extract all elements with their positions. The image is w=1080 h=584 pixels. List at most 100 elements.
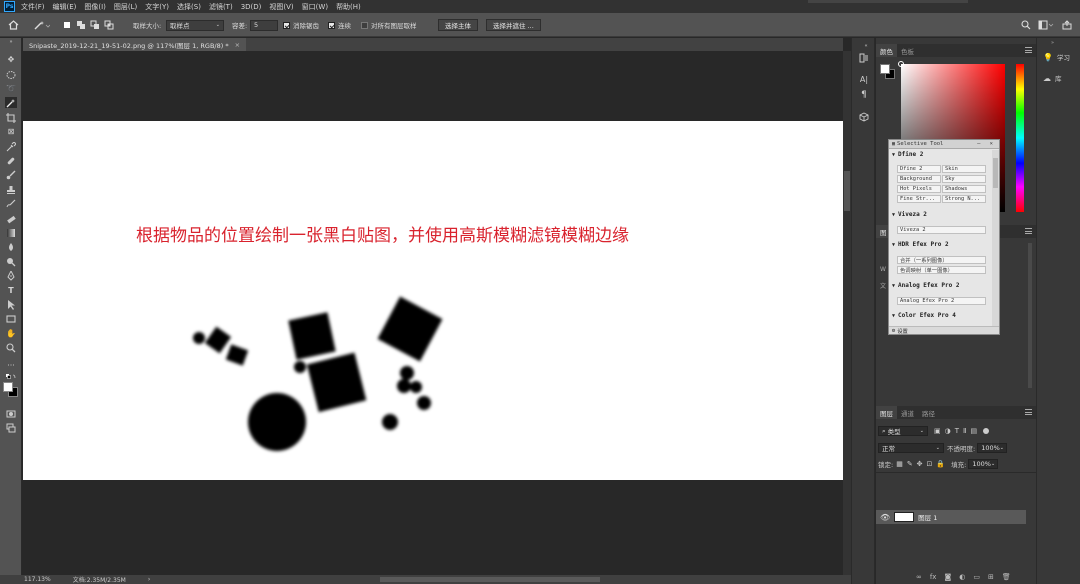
- selective-scrollbar[interactable]: [992, 150, 999, 326]
- menu-select[interactable]: 选择(S): [177, 2, 201, 12]
- frame-tool-icon[interactable]: ⊠: [5, 126, 17, 137]
- gradient-tool-icon[interactable]: [5, 227, 17, 238]
- crop-tool-icon[interactable]: [5, 112, 17, 123]
- sample-size-select[interactable]: 取样点 ⌄: [166, 19, 224, 31]
- dodge-tool-icon[interactable]: [5, 256, 17, 267]
- layers-panel-menu-icon[interactable]: [1025, 409, 1032, 415]
- menu-image[interactable]: 图像(I): [84, 2, 106, 12]
- section-hdr[interactable]: ▼ HDR Efex Pro 2: [892, 241, 949, 248]
- rectangle-tool-icon[interactable]: [5, 313, 17, 324]
- filter-hot-pixels[interactable]: Hot Pixels: [897, 185, 941, 193]
- visibility-eye-icon[interactable]: 👁: [880, 513, 890, 522]
- delete-layer-icon[interactable]: 🗑: [1002, 573, 1011, 581]
- filter-viveza-2[interactable]: Viveza 2: [897, 226, 986, 234]
- brush-tool-icon[interactable]: [5, 169, 17, 180]
- selection-mode-icons[interactable]: [62, 19, 118, 31]
- filter-dfine-2[interactable]: Dfine 2: [897, 165, 941, 173]
- minimize-close-icons[interactable]: – ×: [977, 141, 996, 147]
- tab-paths[interactable]: 路径: [918, 406, 939, 419]
- magic-wand-tool-icon[interactable]: [5, 97, 17, 108]
- select-subject-button[interactable]: 选择主体: [438, 19, 478, 31]
- filter-toggle-icon[interactable]: [983, 428, 990, 434]
- tab-channels[interactable]: 通道: [897, 406, 918, 419]
- selective-settings-row[interactable]: ⚙ 设置: [889, 326, 999, 335]
- 3d-panel-icon[interactable]: [858, 111, 870, 123]
- menu-edit[interactable]: 编辑(E): [53, 2, 77, 12]
- horizontal-scroll-thumb[interactable]: [380, 577, 600, 582]
- filter-analog-efex[interactable]: Analog Efex Pro 2: [897, 297, 986, 305]
- document-canvas[interactable]: 根据物品的位置绘制一张黑白贴图，并使用高斯模糊滤镜模糊边缘: [23, 121, 843, 480]
- add-mask-icon[interactable]: ◙: [944, 573, 951, 581]
- menu-window[interactable]: 窗口(W): [302, 2, 328, 12]
- adjust-panel-scrollbar[interactable]: [1028, 243, 1032, 388]
- eyedropper-tool-icon[interactable]: [5, 141, 17, 152]
- collapse-panels-icon[interactable]: «: [860, 40, 872, 52]
- collapse-icon[interactable]: »: [1051, 40, 1054, 46]
- tolerance-input[interactable]: 5: [250, 19, 278, 31]
- history-panel-icon[interactable]: [858, 52, 870, 64]
- blend-mode-select[interactable]: 正常 ⌄: [878, 443, 944, 453]
- layer-filter-icons[interactable]: ▣◑TⅡ▤: [934, 427, 981, 435]
- quick-mask-icon[interactable]: [5, 408, 17, 419]
- pen-tool-icon[interactable]: [5, 270, 17, 281]
- tab-color[interactable]: 颜色: [876, 44, 897, 57]
- magic-wand-tool-preset-icon[interactable]: [34, 19, 50, 31]
- select-and-mask-button[interactable]: 选择并遮住 ...: [486, 19, 541, 31]
- adjustment-layer-icon[interactable]: ◐: [959, 573, 965, 581]
- vertical-scrollbar[interactable]: [843, 51, 851, 575]
- section-color-efex[interactable]: ▼ Color Efex Pro 4: [892, 312, 956, 319]
- history-brush-tool-icon[interactable]: [5, 198, 17, 209]
- contiguous-checkbox[interactable]: 连续: [328, 19, 351, 31]
- filter-hdr-merge[interactable]: 合并（一系列图像）: [897, 256, 986, 264]
- filter-hdr-tonemap[interactable]: 色调映射（单一图像）: [897, 266, 986, 274]
- tab-layers[interactable]: 图层: [876, 406, 897, 419]
- libraries-button[interactable]: ☁ 库: [1043, 73, 1062, 84]
- filter-sky[interactable]: Sky: [942, 175, 986, 183]
- blur-tool-icon[interactable]: [5, 241, 17, 252]
- character-panel-icon[interactable]: A|: [858, 73, 870, 85]
- filter-background[interactable]: Background: [897, 175, 941, 183]
- marquee-tool-icon[interactable]: [5, 69, 17, 80]
- section-viveza[interactable]: ▼ Viveza 2: [892, 211, 927, 218]
- paragraph-panel-icon[interactable]: ¶: [858, 89, 870, 101]
- lasso-tool-icon[interactable]: ➰: [5, 83, 17, 94]
- menu-filter[interactable]: 滤镜(T): [209, 2, 233, 12]
- fill-input[interactable]: 100% ⌄: [968, 459, 999, 469]
- lock-icons[interactable]: ▦✎✥⊡🔒: [896, 460, 949, 468]
- layer-name[interactable]: 图层 1: [918, 512, 937, 522]
- selective-tool-titlebar[interactable]: ▦ Selective Tool – ×: [889, 140, 999, 149]
- status-menu-arrow-icon[interactable]: ›: [148, 576, 150, 583]
- search-icon[interactable]: [1021, 19, 1031, 31]
- filter-fine-structures[interactable]: Fine Str...: [897, 195, 941, 203]
- clone-stamp-tool-icon[interactable]: [5, 184, 17, 195]
- more-tools-icon[interactable]: ···: [5, 360, 17, 371]
- filter-shadows[interactable]: Shadows: [942, 185, 986, 193]
- fg-bg-color-swatch[interactable]: [3, 382, 19, 398]
- zoom-level[interactable]: 117.13%: [24, 576, 51, 583]
- color-panel-menu-icon[interactable]: [1025, 47, 1032, 53]
- opacity-input[interactable]: 100% ⌄: [977, 443, 1008, 453]
- share-icon[interactable]: [1062, 19, 1072, 31]
- new-layer-icon[interactable]: ⊞: [988, 573, 994, 581]
- vertical-scroll-thumb[interactable]: [844, 171, 850, 211]
- hand-tool-icon[interactable]: ✋: [5, 328, 17, 339]
- screen-mode-icon[interactable]: [5, 422, 17, 433]
- home-icon[interactable]: [8, 19, 19, 31]
- filter-strong-noise[interactable]: Strong N...: [942, 195, 986, 203]
- filter-skin[interactable]: Skin: [942, 165, 986, 173]
- fx-icon[interactable]: fx: [930, 573, 937, 581]
- menu-view[interactable]: 视图(V): [269, 2, 293, 12]
- zoom-tool-icon[interactable]: [5, 342, 17, 353]
- default-colors-icon[interactable]: [5, 374, 17, 380]
- menu-file[interactable]: 文件(F): [21, 2, 45, 12]
- all-layers-checkbox[interactable]: 对所有图层取样: [361, 19, 417, 31]
- menu-3d[interactable]: 3D(D): [241, 3, 262, 11]
- path-selection-tool-icon[interactable]: [5, 299, 17, 310]
- healing-brush-tool-icon[interactable]: [5, 155, 17, 166]
- type-tool-icon[interactable]: T: [5, 285, 17, 296]
- section-analog[interactable]: ▼ Analog Efex Pro 2: [892, 282, 959, 289]
- hue-slider[interactable]: [1016, 64, 1024, 212]
- section-dfine[interactable]: ▼ Dfine 2: [892, 151, 923, 158]
- menu-type[interactable]: 文字(Y): [145, 2, 169, 12]
- menu-layer[interactable]: 图层(L): [114, 2, 137, 12]
